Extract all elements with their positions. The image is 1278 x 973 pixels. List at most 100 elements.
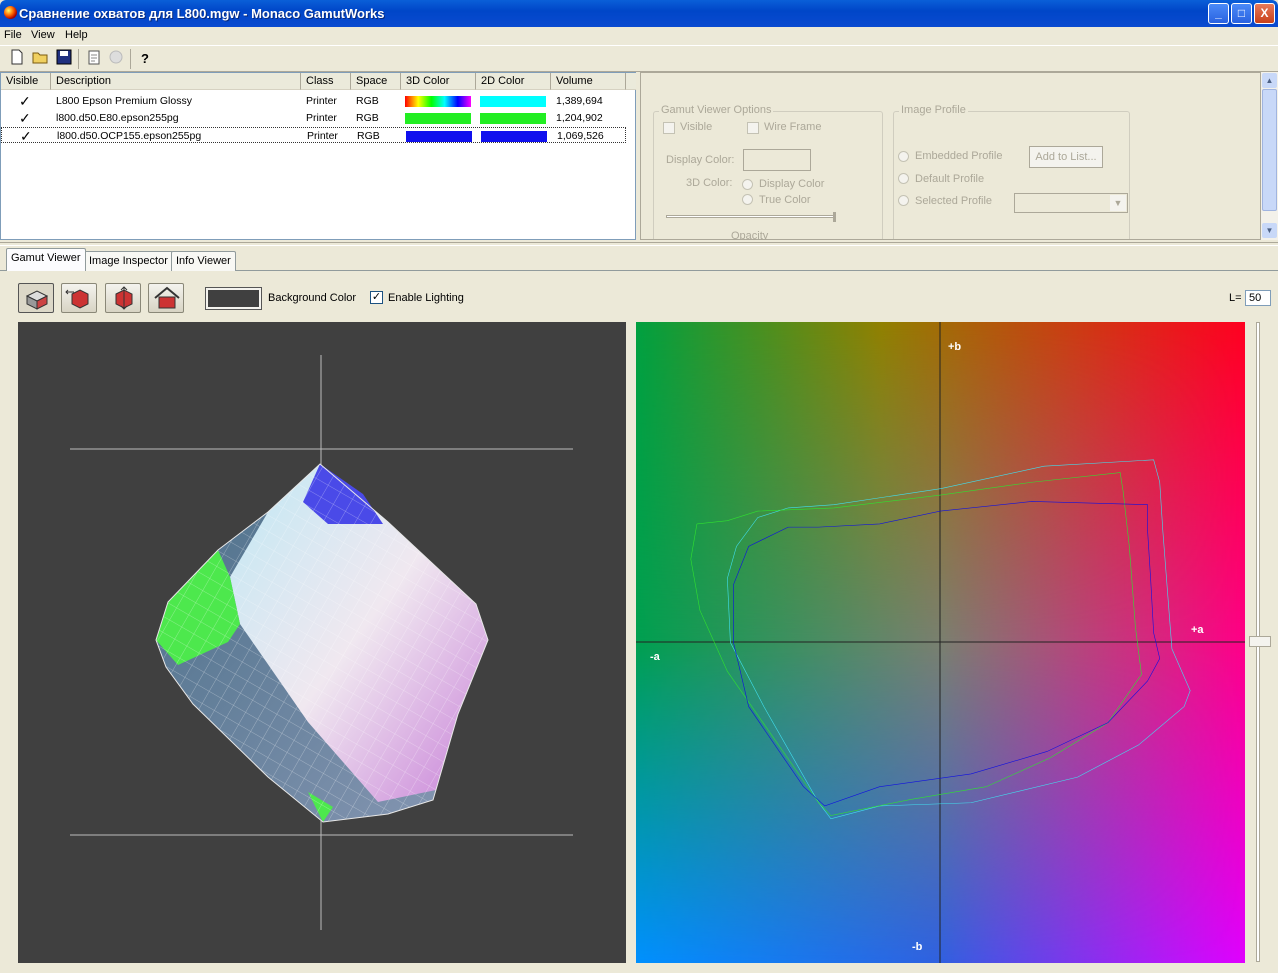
embedded-profile-label: Embedded Profile: [915, 150, 1003, 162]
menu-bar: File View Help: [0, 27, 1278, 45]
display-color-radio[interactable]: [742, 179, 753, 190]
row-description: l800.d50.OCP155.epson255pg: [57, 130, 202, 142]
tab-image-inspector[interactable]: Image Inspector: [84, 251, 173, 271]
options-scrollbar[interactable]: ▲ ▼: [1261, 72, 1278, 240]
l-value-label: L=: [1229, 292, 1242, 304]
opacity-slider[interactable]: [666, 215, 836, 218]
maximize-button[interactable]: □: [1231, 3, 1252, 24]
background-color-swatch: [208, 290, 259, 307]
column-header-class[interactable]: Class: [301, 73, 351, 90]
background-color-label: Background Color: [268, 292, 357, 304]
visible-label: Visible: [680, 121, 713, 133]
splitter[interactable]: [0, 242, 1278, 246]
row-2d-color-swatch[interactable]: [480, 113, 546, 124]
row-2d-color-swatch[interactable]: [480, 96, 546, 107]
wireframe-checkbox[interactable]: [747, 122, 759, 134]
gamut-3d-render: [70, 355, 573, 930]
default-profile-label: Default Profile: [915, 173, 985, 185]
window-title: Сравнение охватов для L800.mgw - Monaco …: [19, 6, 385, 21]
tab-gamut-viewer[interactable]: Gamut Viewer: [6, 248, 86, 271]
row-volume: 1,389,694: [556, 95, 603, 107]
true-color-label: True Color: [759, 194, 811, 206]
cube-icon: [25, 290, 49, 310]
row-space: RGB: [356, 95, 379, 107]
close-button[interactable]: X: [1254, 3, 1275, 24]
l-value-input[interactable]: 50: [1245, 290, 1271, 306]
display-color-button[interactable]: [743, 149, 811, 171]
default-profile-radio[interactable]: [898, 173, 909, 184]
scroll-down-icon[interactable]: ▼: [1262, 223, 1277, 238]
selected-profile-label: Selected Profile: [915, 195, 993, 207]
cube-zoom-icon: [115, 286, 133, 310]
title-bar: Сравнение охватов для L800.mgw - Monaco …: [0, 0, 1278, 27]
table-row[interactable]: ✓ L800 Epson Premium Glossy Printer RGB …: [1, 93, 626, 109]
add-to-list-button[interactable]: Add to List...: [1029, 146, 1103, 168]
tab-info-viewer[interactable]: Info Viewer: [171, 251, 236, 271]
background-color-button[interactable]: [205, 287, 262, 310]
menu-help[interactable]: Help: [65, 29, 88, 41]
table-row[interactable]: ✓ l800.d50.OCP155.epson255pg Printer RGB…: [1, 127, 626, 144]
selected-profile-radio[interactable]: [898, 195, 909, 206]
help-icon[interactable]: ?: [135, 49, 155, 69]
open-folder-icon[interactable]: [31, 49, 51, 69]
axis-label-plus-b: +b: [948, 341, 962, 353]
column-header-space[interactable]: Space: [351, 73, 401, 90]
group-title: Gamut Viewer Options: [659, 104, 774, 116]
gamut-2d-view[interactable]: +b -b +a -a: [636, 322, 1245, 963]
column-header-2d-color[interactable]: 2D Color: [476, 73, 551, 90]
row-3d-color-swatch[interactable]: [405, 113, 471, 124]
table-row[interactable]: ✓ l800.d50.E80.epson255pg Printer RGB 1,…: [1, 110, 626, 126]
menu-view[interactable]: View: [31, 29, 55, 41]
row-volume: 1,069,526: [557, 130, 604, 142]
row-class: Printer: [306, 112, 337, 124]
column-header-description[interactable]: Description: [51, 73, 301, 90]
profile-dropdown[interactable]: ▼: [1014, 193, 1128, 213]
row-2d-color-swatch[interactable]: [481, 131, 547, 142]
visible-check-icon[interactable]: ✓: [19, 93, 31, 109]
app-icon: [4, 6, 17, 19]
opacity-label: Opacity: [731, 230, 769, 240]
pan-view-button[interactable]: [61, 283, 97, 313]
l-slider-thumb[interactable]: [1249, 636, 1271, 647]
row-description: L800 Epson Premium Glossy: [56, 95, 192, 107]
gamut-3d-view[interactable]: [18, 322, 626, 963]
column-header-volume[interactable]: Volume: [551, 73, 626, 90]
scroll-up-icon[interactable]: ▲: [1262, 73, 1277, 88]
new-file-icon[interactable]: [7, 49, 27, 69]
rotate-view-button[interactable]: [18, 283, 54, 313]
row-3d-color-swatch[interactable]: [406, 131, 472, 142]
disabled-icon: [106, 49, 126, 69]
menu-file[interactable]: File: [4, 29, 22, 41]
opacity-slider-thumb[interactable]: [833, 212, 836, 222]
visible-check-icon[interactable]: ✓: [20, 128, 32, 144]
gamut-outline-blue: [733, 501, 1159, 805]
display-color-radio-label: Display Color: [759, 178, 825, 190]
home-view-button[interactable]: [148, 283, 184, 313]
row-space: RGB: [356, 112, 379, 124]
visible-checkbox[interactable]: [663, 122, 675, 134]
chevron-down-icon[interactable]: ▼: [1110, 195, 1126, 211]
scroll-thumb[interactable]: [1262, 89, 1277, 211]
visible-check-icon[interactable]: ✓: [19, 110, 31, 126]
row-volume: 1,204,902: [556, 112, 603, 124]
options-panel: Gamut Viewer Options Visible Wire Frame …: [640, 72, 1261, 240]
embedded-profile-radio[interactable]: [898, 151, 909, 162]
axis-label-minus-b: -b: [912, 941, 923, 953]
group-title: Image Profile: [899, 104, 968, 116]
enable-lighting-checkbox[interactable]: ✓: [370, 291, 383, 304]
minimize-button[interactable]: _: [1208, 3, 1229, 24]
cube-pan-icon: [65, 289, 89, 309]
enable-lighting-label: Enable Lighting: [388, 292, 464, 304]
wireframe-label: Wire Frame: [764, 121, 822, 133]
column-header-3d-color[interactable]: 3D Color: [401, 73, 476, 90]
document-icon[interactable]: [84, 49, 104, 69]
true-color-radio[interactable]: [742, 194, 753, 205]
row-3d-color-swatch[interactable]: [405, 96, 471, 107]
row-class: Printer: [307, 130, 338, 142]
save-icon[interactable]: [54, 49, 74, 69]
display-color-label: Display Color:: [666, 154, 735, 166]
gamut-outline-cyan: [727, 460, 1190, 819]
column-header-visible[interactable]: Visible: [1, 73, 51, 90]
home-icon: [154, 286, 180, 309]
zoom-view-button[interactable]: [105, 283, 141, 313]
